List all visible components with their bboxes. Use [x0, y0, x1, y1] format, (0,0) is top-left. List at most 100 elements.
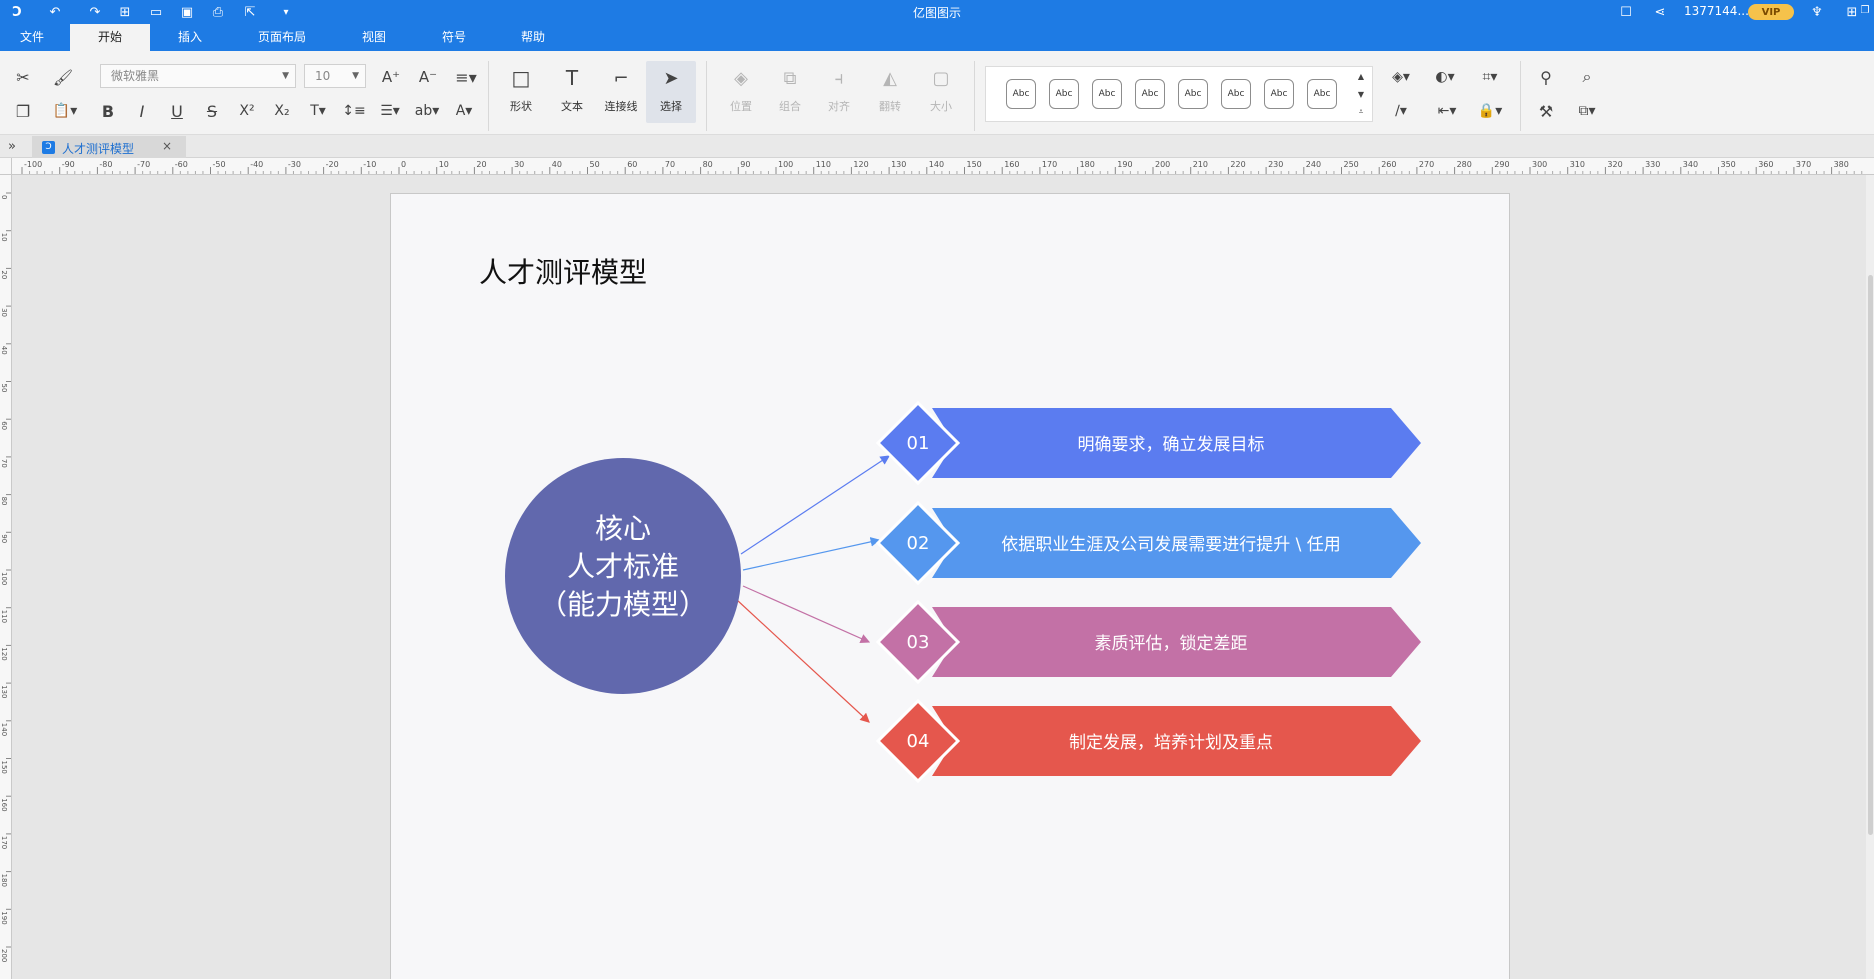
document-tab[interactable]: Ɔ 人才测评模型 ×: [32, 136, 186, 158]
pointer-icon[interactable]: ➤: [658, 66, 684, 90]
style-swatch[interactable]: Abc: [1264, 79, 1294, 109]
flip-icon[interactable]: ◭: [877, 66, 903, 90]
restore-window-icon[interactable]: ❐: [1856, 1, 1874, 19]
fill-color-icon[interactable]: ◈▾: [1386, 66, 1416, 88]
close-icon[interactable]: ×: [162, 139, 172, 153]
font-size-select[interactable]: 10 ▼: [304, 64, 366, 88]
style-swatch[interactable]: Abc: [1049, 79, 1079, 109]
select-tool-label[interactable]: 选择: [653, 98, 689, 114]
find-replace-icon[interactable]: ⌕: [1576, 66, 1598, 88]
subscript-icon[interactable]: X₂: [271, 100, 293, 122]
bullet-list-icon[interactable]: ☰▾: [376, 100, 404, 122]
text-case-icon[interactable]: T▾: [304, 100, 332, 122]
menu-symbol[interactable]: 符号: [424, 24, 484, 51]
bold-icon[interactable]: B: [97, 100, 119, 122]
share-icon[interactable]: ⋖: [1651, 3, 1669, 21]
connector-arrow-1[interactable]: [740, 455, 891, 555]
text-highlight-icon[interactable]: ab▾: [412, 100, 442, 122]
text-align-icon[interactable]: ≡▾: [452, 66, 480, 88]
cut-icon[interactable]: ✂: [12, 66, 34, 88]
style-swatch[interactable]: Abc: [1307, 79, 1337, 109]
gallery-down-icon[interactable]: ▼: [1354, 87, 1368, 101]
title-bar: Ɔ ↶ ↷ ⊞ ▭ ▣ ⎙ ⇱ ▾ 亿图图示 ☐ ⋖ 1377144... VI…: [0, 0, 1874, 24]
rectangle-icon[interactable]: □: [508, 66, 534, 90]
font-color-icon[interactable]: A▾: [450, 100, 478, 122]
ruler-label: -50: [213, 160, 226, 169]
user-name[interactable]: 1377144...: [1684, 4, 1749, 18]
style-swatch[interactable]: Abc: [1006, 79, 1036, 109]
style-swatch-label: Abc: [1270, 89, 1288, 99]
search-icon[interactable]: ⚲: [1535, 66, 1557, 88]
item-text-3: 素质评估，锁定差距: [1095, 634, 1248, 654]
italic-icon[interactable]: I: [131, 100, 153, 122]
vip-badge[interactable]: VIP: [1748, 4, 1794, 20]
ruler-label: 100: [0, 572, 8, 585]
underline-icon[interactable]: U: [166, 100, 188, 122]
size-label[interactable]: 大小: [924, 98, 958, 114]
message-icon[interactable]: ☐: [1617, 3, 1635, 21]
diagram-page[interactable]: 人才测评模型 核心 人才标准 （能力模型） 01 明确要求，确立发展目标 02 …: [390, 193, 1510, 979]
paste-icon[interactable]: 📋▾: [50, 100, 80, 122]
shape-tool-label[interactable]: 形状: [504, 98, 538, 114]
group-label[interactable]: 组合: [773, 98, 807, 114]
more-tools-icon[interactable]: ⧉▾: [1572, 100, 1602, 122]
vertical-scrollbar[interactable]: [1866, 175, 1874, 979]
style-swatch[interactable]: Abc: [1092, 79, 1122, 109]
menu-page-layout[interactable]: 页面布局: [240, 24, 324, 51]
text-t-icon[interactable]: T: [559, 66, 585, 90]
ruler-label: 110: [816, 160, 831, 169]
shirt-icon[interactable]: ♆: [1808, 3, 1826, 21]
strikethrough-icon[interactable]: S: [201, 100, 223, 122]
expand-panel-icon[interactable]: »: [4, 137, 20, 155]
scrollbar-thumb[interactable]: [1868, 275, 1873, 835]
flip-label[interactable]: 翻转: [873, 98, 907, 114]
ribbon-separator: [706, 61, 707, 131]
style-swatch[interactable]: Abc: [1221, 79, 1251, 109]
shadow-icon[interactable]: ◐▾: [1430, 66, 1460, 88]
ruler-label: 40: [0, 346, 8, 355]
gallery-up-icon[interactable]: ▲: [1354, 69, 1368, 83]
menu-file[interactable]: 文件: [0, 24, 64, 51]
connector-arrow-4[interactable]: [736, 599, 870, 723]
line-style-icon[interactable]: ⇤▾: [1430, 100, 1464, 122]
format-painter-icon[interactable]: 🖌: [52, 66, 74, 88]
style-swatch[interactable]: Abc: [1135, 79, 1165, 109]
chevron-down-icon: ▼: [282, 71, 289, 81]
shrink-font-icon[interactable]: A⁻: [417, 66, 439, 88]
text-tool-label[interactable]: 文本: [555, 98, 589, 114]
line-spacing-icon[interactable]: ↕≡: [340, 100, 368, 122]
crop-icon[interactable]: ⌗▾: [1474, 66, 1506, 88]
copy-icon[interactable]: ❐: [12, 100, 34, 122]
superscript-icon[interactable]: X²: [236, 100, 258, 122]
drawing-canvas[interactable]: 人才测评模型 核心 人才标准 （能力模型） 01 明确要求，确立发展目标 02 …: [12, 175, 1874, 979]
grow-font-icon[interactable]: A⁺: [380, 66, 402, 88]
document-tab-bar: » Ɔ 人才测评模型 ×: [0, 135, 1874, 158]
connector-arrow-3[interactable]: [742, 585, 871, 643]
align-label[interactable]: 对齐: [822, 98, 856, 114]
ruler-label: 20: [476, 160, 486, 169]
connector-arrow-2[interactable]: [742, 537, 881, 571]
diagram-title[interactable]: 人才测评模型: [479, 256, 647, 289]
size-icon[interactable]: ▢: [928, 66, 954, 90]
group-icon[interactable]: ⧉: [777, 66, 803, 90]
connector-icon[interactable]: ⌐: [608, 66, 634, 90]
gallery-more-icon[interactable]: ⩡: [1354, 105, 1368, 119]
ruler-label: 290: [1494, 160, 1509, 169]
style-swatch-label: Abc: [1098, 89, 1116, 99]
menu-help[interactable]: 帮助: [503, 24, 563, 51]
menu-view[interactable]: 视图: [344, 24, 404, 51]
style-swatch[interactable]: Abc: [1178, 79, 1208, 109]
lock-icon[interactable]: 🔒▾: [1474, 100, 1506, 122]
layers-icon[interactable]: ◈: [728, 66, 754, 90]
align-icon[interactable]: ⫞: [826, 66, 852, 90]
connector-tool-label[interactable]: 连接线: [598, 98, 644, 114]
tools-icon[interactable]: ⚒: [1535, 100, 1557, 122]
ruler-label: 150: [0, 761, 8, 774]
position-label[interactable]: 位置: [724, 98, 758, 114]
font-family-select[interactable]: 微软雅黑 ▼: [100, 64, 296, 88]
style-swatch-label: Abc: [1184, 89, 1202, 99]
menu-home[interactable]: 开始: [70, 24, 150, 51]
line-color-icon[interactable]: ∕▾: [1386, 100, 1416, 122]
menu-insert[interactable]: 插入: [160, 24, 220, 51]
ruler-label: 250: [1344, 160, 1359, 169]
